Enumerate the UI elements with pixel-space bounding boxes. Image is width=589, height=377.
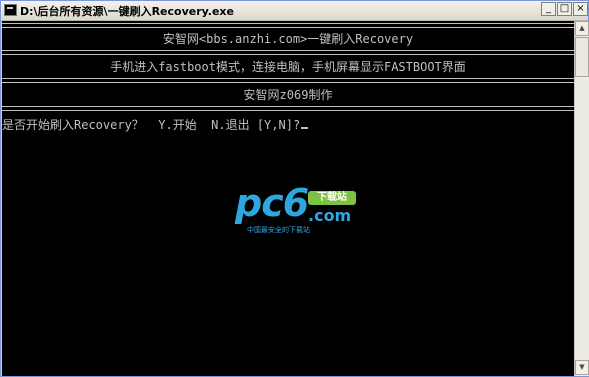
scroll-down-arrow-icon[interactable]: ▼ — [575, 360, 589, 375]
text-cursor — [301, 127, 309, 129]
scroll-up-arrow-icon[interactable]: ▲ — [575, 21, 589, 36]
window-title: D:\后台所有资源\一键刷入Recovery.exe — [20, 5, 234, 18]
separator-line — [2, 78, 574, 83]
console-output[interactable]: 安智网<bbs.anzhi.com>一键刷入Recovery 手机进入fastb… — [2, 21, 574, 376]
scrollbar-thumb[interactable] — [575, 37, 589, 77]
banner-author: 安智网z069制作 — [243, 88, 333, 102]
maximize-button[interactable]: □ — [557, 2, 572, 16]
minimize-button[interactable]: _ — [541, 2, 556, 16]
close-button[interactable]: × — [573, 2, 588, 16]
banner-title: 安智网<bbs.anzhi.com>一键刷入Recovery — [162, 32, 414, 46]
separator-line — [2, 50, 574, 55]
pc6-watermark-logo: pc6 下载站 .com 中国最安全的下载站 — [235, 173, 365, 235]
separator-line — [2, 23, 574, 28]
prompt-text: 是否开始刷入Recovery？ Y.开始 N.退出 [Y,N]? — [2, 118, 301, 132]
vertical-scrollbar[interactable]: ▲ ▼ — [574, 21, 589, 376]
console-window: D:\后台所有资源\一键刷入Recovery.exe _ □ × 安智网<bbs… — [0, 0, 589, 377]
watermark-brand: pc6 — [235, 181, 309, 225]
prompt-line: 是否开始刷入Recovery？ Y.开始 N.退出 [Y,N]? — [2, 119, 574, 132]
separator-line — [2, 106, 574, 111]
watermark-badge: 下载站 — [308, 191, 356, 205]
title-bar[interactable]: D:\后台所有资源\一键刷入Recovery.exe _ □ × — [1, 1, 588, 21]
banner-instruction: 手机进入fastboot模式，连接电脑，手机屏幕显示FASTBOOT界面 — [110, 60, 466, 74]
watermark-slogan: 中国最安全的下载站 — [247, 226, 310, 234]
console-app-icon[interactable] — [4, 4, 17, 16]
watermark-domain: .com — [308, 206, 352, 225]
